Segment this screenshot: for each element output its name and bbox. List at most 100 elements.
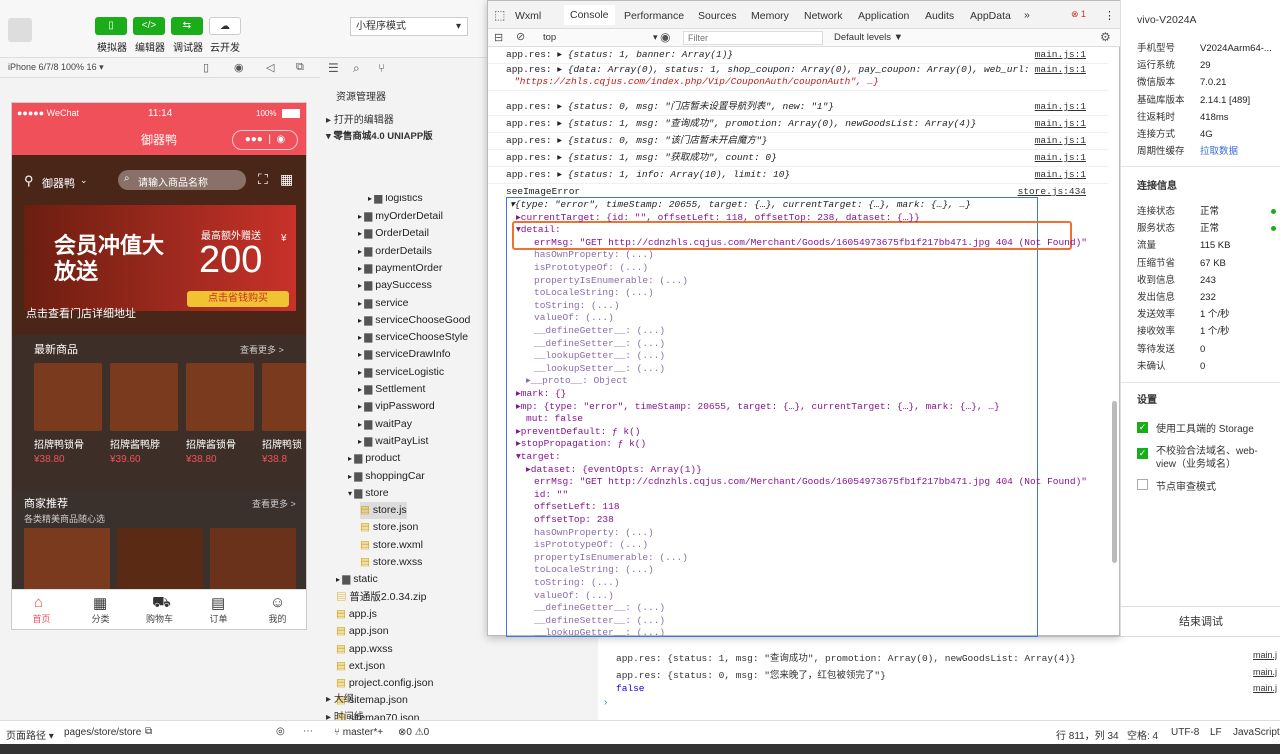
capsule-menu[interactable]: ●●● | ◉ [232,130,298,150]
log-source-link[interactable]: main.js:1 [1035,169,1086,180]
tab-audits[interactable]: Audits [925,10,954,22]
order-icon[interactable]: ▤ [211,594,225,612]
log-line[interactable]: app.res: ▸ {status: 1, msg: "获取成功", coun… [506,152,777,164]
product-card[interactable]: 招牌鸭锁 ¥38.8 [262,363,306,465]
tab-sources[interactable]: Sources [698,10,737,22]
object-property[interactable]: ▸mp: {type: "error", timeStamp: 20655, t… [516,401,1000,413]
category-icon[interactable]: ▦ [93,594,107,612]
levels-select[interactable]: Default levels ▼ [834,32,903,43]
object-property[interactable]: __lookupGetter__: (...) [534,350,665,362]
error-count[interactable]: ⊗ 1 [1071,9,1086,20]
object-property[interactable]: propertyIsEnumerable: (...) [534,552,688,564]
rec-image[interactable] [210,528,296,591]
tab-profile[interactable]: 我的 [248,612,306,625]
folder-item[interactable]: ▸ ▆ paySuccess [358,277,432,294]
address-hint[interactable]: 点击查看门店详细地址 [26,305,136,321]
product-card[interactable]: 招牌酱锁骨 ¥38.80 [186,363,254,465]
location-name[interactable]: 御器鸭 [42,175,75,191]
path-label[interactable]: 页面路径 ▾ [6,727,54,742]
avatar[interactable] [8,18,32,42]
line-ending[interactable]: LF [1210,727,1222,738]
rec-image[interactable] [24,528,110,591]
editor-button[interactable]: </> [133,17,165,35]
more-tabs-icon[interactable]: » [1024,9,1030,21]
eye-icon[interactable]: ◎ [276,726,285,737]
object-property[interactable]: toLocaleString: (...) [534,564,654,576]
folder-item[interactable]: ▸ ▆ myOrderDetail [358,208,443,225]
banner-buy-button[interactable]: 点击省钱购买 [187,291,289,307]
tab-wxml[interactable]: Wxml [515,10,541,22]
object-property[interactable]: isPrototypeOf: (...) [534,539,648,551]
encoding[interactable]: UTF-8 [1171,727,1199,738]
object-property[interactable]: __defineGetter__: (...) [534,602,665,614]
object-property[interactable]: ▸__proto__: Object [526,375,628,387]
product-card[interactable]: 招牌酱鸭脖 ¥39.60 [110,363,178,465]
object-property[interactable]: offsetLeft: 118 [534,501,620,513]
folder-item[interactable]: ▸ ▆ serviceChooseGood [358,312,470,329]
outline-panel[interactable]: ▸ 大纲 [326,690,354,705]
indent-setting[interactable]: 空格: 4 [1127,727,1158,742]
log-line[interactable]: app.res: ▸ {data: Array(0), status: 1, s… [506,64,1030,76]
tab-category[interactable]: 分类 [71,612,130,625]
file-item[interactable]: ▤ app.json [336,623,389,640]
object-property[interactable]: offsetTop: 238 [534,514,614,526]
object-property[interactable]: ▸stopPropagation: ƒ k() [516,438,646,450]
node-inspect-checkbox[interactable] [1137,479,1148,490]
object-property[interactable]: errMsg: "GET http://cdnzhls.cqjus.com/Me… [534,476,1087,488]
info-value[interactable]: 拉取数据 [1200,143,1238,160]
object-property[interactable]: __lookupGetter__: (...) [534,627,665,637]
log-source-link[interactable]: main.js:1 [1035,118,1086,129]
object-property[interactable]: errMsg: "GET http://cdnzhls.cqjus.com/Me… [534,237,1087,249]
log-line[interactable]: app.res: ▸ {status: 0, msg: "该门店暂未开启魔方"} [506,135,767,147]
filter-input[interactable] [683,31,823,45]
problems-count[interactable]: ⊗0 ⚠0 [398,727,429,738]
log-source-link[interactable]: main.js:1 [1035,49,1086,60]
more-icon[interactable]: ⋯ [303,726,313,737]
object-property[interactable]: ▸preventDefault: ƒ k() [516,426,641,438]
see-more-link[interactable]: 查看更多 > [252,497,296,510]
folder-item[interactable]: ▸ ▆ shoppingCar [348,468,425,485]
profile-icon[interactable]: ☺ [270,594,285,611]
tab-appdata[interactable]: AppData [970,10,1011,22]
scan-icon[interactable]: ⛶ [258,171,268,188]
log-source-link[interactable]: main.js:1 [1035,64,1086,75]
folder-item[interactable]: ▸ ▆ OrderDetail [358,225,429,242]
object-property[interactable]: valueOf: (...) [534,590,614,602]
folder-item[interactable]: ▸ ▆ service [358,295,409,312]
gear-icon[interactable]: ⚙ [1100,30,1111,44]
object-property[interactable]: toString: (...) [534,577,620,589]
file-item[interactable]: ▤ app.wxss [336,641,393,658]
folder-item[interactable]: ▸ ▆ waitPayList [358,433,428,450]
prompt-icon[interactable]: › [604,697,607,708]
tab-orders[interactable]: 订单 [189,612,248,625]
object-property[interactable]: propertyIsEnumerable: (...) [534,275,688,287]
object-property[interactable]: hasOwnProperty: (...) [534,249,654,261]
object-property[interactable]: ▸currentTarget: {id: "", offsetLeft: 118… [516,212,920,224]
folder-item[interactable]: ▾ ▆ store [348,485,389,502]
file-item[interactable]: ▤ app.js [336,606,377,623]
folder-item[interactable]: ▸ ▆ product [348,450,400,467]
debugger-button[interactable]: ⇆ [171,17,203,35]
see-more-link[interactable]: 查看更多 > [240,343,284,356]
file-item[interactable]: ▤ store.js [360,502,407,520]
file-item[interactable]: ▤ ext.json [336,658,385,675]
page-path[interactable]: pages/store/store [64,727,141,738]
object-property[interactable]: mut: false [526,413,583,425]
object-property[interactable]: __lookupSetter__: (...) [534,363,665,375]
folder-item[interactable]: ▸ ▆ serviceChooseStyle [358,329,468,346]
sidebar-toggle-icon[interactable]: ⊟ [494,31,503,44]
domain-checkbox[interactable]: ✓ [1137,447,1148,459]
tab-application[interactable]: Application [858,10,909,22]
storage-checkbox[interactable]: ✓ [1137,421,1148,433]
folder-item[interactable]: ▸ ▆ vipPassword [358,398,435,415]
cart-icon[interactable]: ⛟ [152,594,171,613]
log-source-link[interactable]: main.js:1 [1035,152,1086,163]
folder-item[interactable]: ▸ ▆ waitPay [358,416,412,433]
object-property[interactable]: isPrototypeOf: (...) [534,262,648,274]
tab-performance[interactable]: Performance [624,10,684,22]
cloud-button[interactable]: ☁ [209,17,241,35]
cursor-position[interactable]: 行 811，列 34 [1056,727,1119,742]
file-item[interactable]: ▤ store.wxss [360,554,422,571]
popout-icon[interactable]: ⧉ [296,61,304,74]
folder-item[interactable]: ▸ ▆ Settlement [358,381,425,398]
